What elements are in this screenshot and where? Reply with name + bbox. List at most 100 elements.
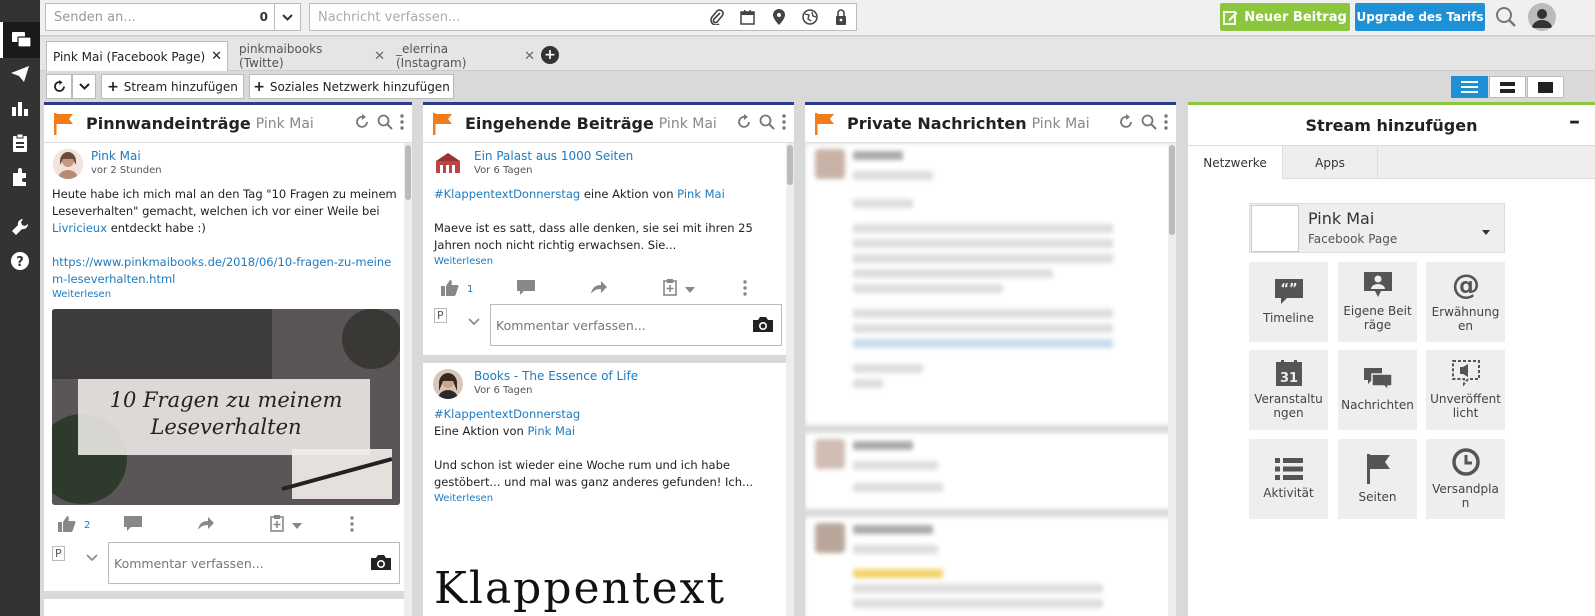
post-url-link[interactable]: https://www.pinkmaibooks.de/2018/06/10-f… [52,255,391,286]
account-selector[interactable]: Pink Mai Facebook Page [1249,203,1505,253]
column-incoming-posts: Eingehende Beiträge Pink Mai Ein Palast … [423,102,794,616]
refresh-icon[interactable] [46,74,72,99]
share-icon[interactable] [198,517,215,533]
close-icon[interactable]: ✕ [211,49,222,64]
targeting-globe-icon[interactable] [794,9,825,25]
own-posts-icon [1363,272,1392,297]
hashtag-link[interactable]: #KlappentextDonnerstag [434,407,580,421]
search-icon[interactable] [759,114,775,133]
avatar[interactable] [433,369,463,399]
more-options-icon[interactable] [400,114,404,133]
minimize-icon[interactable]: – [1569,109,1580,134]
like-icon[interactable] [441,279,459,299]
comment-input[interactable]: Kommentar verfassen... [108,542,400,584]
refresh-icon[interactable] [1118,114,1134,133]
stream-type-mentions[interactable]: @ Erwähnungen [1426,262,1505,342]
camera-icon[interactable] [371,554,399,573]
close-icon[interactable]: ✕ [524,49,535,64]
refresh-icon[interactable] [736,114,752,133]
chevron-down-icon[interactable] [72,74,96,99]
read-more-link[interactable]: Weiterlesen [52,289,111,300]
message-card[interactable] [805,517,1176,616]
column-scrollbar[interactable] [786,143,794,616]
list-view-icon[interactable] [1451,76,1488,98]
avatar[interactable] [433,149,463,179]
privacy-lock-icon[interactable] [825,9,856,25]
assign-icon[interactable] [270,515,285,535]
new-post-button[interactable]: Neuer Beitrag [1220,3,1350,31]
chevron-down-icon[interactable] [685,282,696,296]
tab-pinkmaibooks-twitter[interactable]: pinkmaibooks (Twitte) ✕ [233,41,385,71]
chevron-down-icon[interactable] [274,4,300,30]
more-options-icon[interactable] [782,114,786,133]
chevron-down-icon[interactable] [86,550,98,564]
upgrade-plan-button[interactable]: Upgrade des Tarifs [1355,3,1485,31]
tab-pink-mai-facebook[interactable]: Pink Mai (Facebook Page) ✕ [46,41,228,71]
read-more-link[interactable]: Weiterlesen [434,256,493,267]
stream-type-events[interactable]: 31 Veranstaltungen [1249,350,1328,430]
post-author[interactable]: Books - The Essence of Life [474,369,638,383]
more-options-icon[interactable] [350,515,355,535]
post-author[interactable]: Ein Palast aus 1000 Seiten [474,149,633,163]
calendar-icon[interactable] [732,9,763,25]
hashtag-link[interactable]: #KlappentextDonnerstag [434,187,580,201]
stream-type-schedule[interactable]: Versandplan [1426,439,1505,519]
analytics-nav-icon[interactable] [0,90,40,126]
search-icon[interactable] [377,114,393,133]
compact-view-icon[interactable] [1489,76,1526,98]
camera-icon[interactable] [753,316,781,335]
more-options-icon[interactable] [1164,114,1168,133]
column-scrollbar[interactable] [1168,143,1176,616]
share-icon[interactable] [591,281,608,297]
read-more-link[interactable]: Weiterlesen [434,493,493,504]
column-scrollbar[interactable] [404,143,412,616]
avatar[interactable] [53,149,83,179]
mention-link[interactable]: Livricieux [52,221,107,235]
mention-link[interactable]: Pink Mai [527,424,575,438]
post-image[interactable]: 10 Fragen zu meinem Leseverhalten [52,309,400,505]
close-icon[interactable]: ✕ [374,49,385,64]
assign-icon[interactable] [663,279,678,299]
post-author[interactable]: Pink Mai [91,149,141,163]
panel-header: Stream hinzufügen – [1188,105,1595,146]
wide-view-icon[interactable] [1527,76,1564,98]
chevron-down-icon[interactable] [292,518,303,532]
activity-icon [1274,458,1303,480]
help-nav-icon[interactable]: ? [0,243,40,279]
message-composer[interactable]: Nachricht verfassen... [309,3,857,31]
message-card[interactable] [805,433,1176,509]
tools-nav-icon[interactable] [0,209,40,245]
chevron-down-icon[interactable] [468,314,480,328]
apps-nav-icon[interactable] [0,159,40,195]
add-stream-button[interactable]: + Stream hinzufügen [101,74,244,99]
stream-type-own-posts[interactable]: Eigene Beiträge [1338,262,1417,342]
tab-apps[interactable]: Apps [1283,146,1378,179]
stream-type-pages[interactable]: Seiten [1338,439,1417,519]
search-icon[interactable] [1495,6,1517,28]
publisher-nav-icon[interactable] [0,56,40,92]
assignments-nav-icon[interactable] [0,125,40,161]
comment-input[interactable]: Kommentar verfassen... [490,304,782,346]
tab-networks[interactable]: Netzwerke [1188,146,1283,179]
message-card[interactable] [805,143,1176,425]
stream-type-timeline[interactable]: “” Timeline [1249,262,1328,342]
stream-type-activity[interactable]: Aktivität [1249,439,1328,519]
search-icon[interactable] [1141,114,1157,133]
stream-type-unpublished[interactable]: Unveröffentlicht [1426,350,1505,430]
mention-link[interactable]: Pink Mai [677,187,725,201]
streams-nav-icon[interactable] [0,22,40,58]
stream-type-messages[interactable]: Nachrichten [1338,350,1417,430]
tile-label: Erwähnungen [1431,305,1500,333]
send-to-selector[interactable]: Senden an... 0 [45,3,301,31]
comment-icon[interactable] [124,515,143,535]
comment-icon[interactable] [517,279,536,299]
add-tab-icon[interactable]: + [541,46,559,64]
more-options-icon[interactable] [743,279,748,299]
tab-elerrina-instagram[interactable]: _elerrina (Instagram) ✕ [390,41,535,71]
add-network-button[interactable]: + Soziales Netzwerk hinzufügen [249,74,454,99]
user-avatar[interactable] [1528,3,1556,31]
location-pin-icon[interactable] [763,9,794,25]
refresh-icon[interactable] [354,114,370,133]
attachment-icon[interactable] [701,9,732,25]
like-icon[interactable] [58,515,76,535]
